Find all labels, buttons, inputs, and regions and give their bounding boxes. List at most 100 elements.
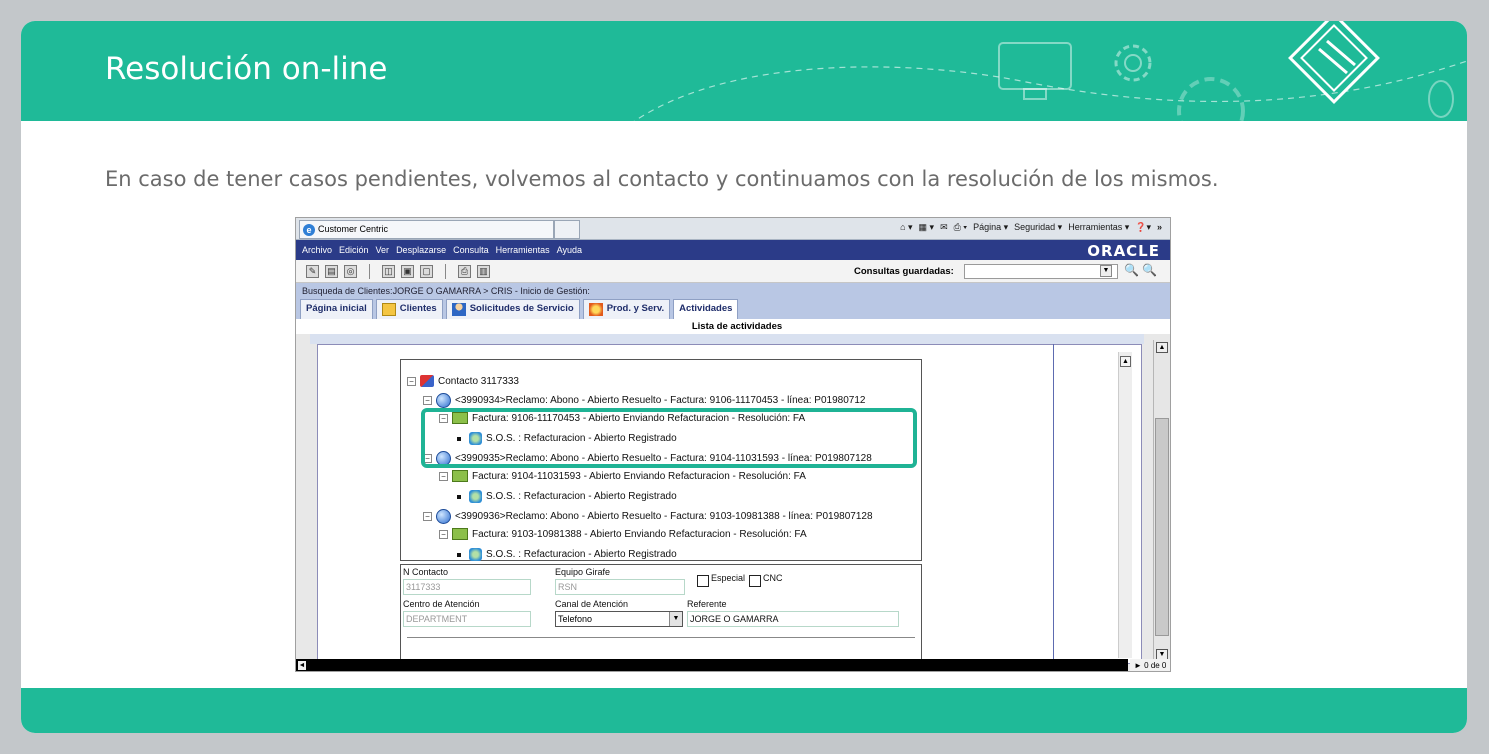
scroll-thumb[interactable]	[1155, 418, 1169, 636]
scroll-up-icon[interactable]: ▲	[1156, 342, 1168, 353]
oracle-logo: ORACLE	[1087, 242, 1160, 260]
browser-tab[interactable]: e Customer Centric	[299, 220, 554, 239]
tree-claim[interactable]: − <3990936>Reclamo: Abono - Abierto Resu…	[423, 509, 873, 524]
center-label: Centro de Atención	[403, 599, 480, 609]
run-query-icon[interactable]: ▢	[420, 265, 433, 278]
referent-field[interactable]: JORGE O GAMARRA	[687, 611, 899, 627]
menu-archivo[interactable]: Archivo	[302, 245, 332, 255]
scroll-up-icon[interactable]: ▲	[1120, 356, 1131, 367]
menu-ayuda[interactable]: Ayuda	[557, 245, 582, 255]
menu-consulta[interactable]: Consulta	[453, 245, 489, 255]
print-icon[interactable]: ⎙ ▾	[954, 222, 967, 233]
main-scrollbar[interactable]: ▲ ▼	[1153, 340, 1170, 662]
list-subheader	[310, 334, 1144, 344]
cmd-security[interactable]: Seguridad ▾	[1014, 222, 1062, 233]
menu-herramientas[interactable]: Herramientas	[496, 245, 550, 255]
collapse-icon[interactable]: −	[423, 512, 432, 521]
form-divider	[407, 637, 915, 638]
activities-title: Lista de actividades	[296, 319, 1170, 334]
horizontal-scrollbar[interactable]: ◄	[296, 659, 1128, 671]
inner-scrollbar[interactable]: ▲	[1118, 352, 1132, 658]
tree-sos-label: S.O.S. : Refacturacion - Abierto Registr…	[486, 491, 677, 502]
help-icon[interactable]: ❓▾	[1135, 222, 1151, 233]
sos-icon	[469, 490, 482, 503]
menu-ver[interactable]: Ver	[376, 245, 390, 255]
saved-queries-select[interactable]	[964, 264, 1118, 279]
more-chevron[interactable]: »	[1157, 222, 1162, 233]
contact-form: N Contacto 3117333 Equipo Girafe RSN Esp…	[400, 564, 922, 660]
copy-record-icon[interactable]: ▤	[325, 265, 338, 278]
contact-number-field[interactable]: 3117333	[403, 579, 531, 595]
pager-text: 0 de 0	[1144, 661, 1167, 670]
collapse-icon[interactable]: −	[439, 529, 448, 539]
tab-clientes[interactable]: Clientes	[375, 299, 443, 319]
contact-number-label: N Contacto	[403, 567, 449, 577]
invoice-icon	[452, 528, 468, 540]
query-search-icons[interactable]: 🔍🔍	[1124, 263, 1160, 277]
tab-label: Clientes	[399, 303, 437, 314]
folder-icon	[381, 303, 396, 316]
app-menubar: Archivo Edición Ver Desplazarse Consulta…	[296, 240, 1170, 260]
collapse-icon[interactable]: −	[439, 471, 448, 481]
tree-sos[interactable]: S.O.S. : Refacturacion - Abierto Registr…	[457, 548, 677, 561]
print-record-icon[interactable]: ⎙	[458, 265, 471, 278]
tree-contact[interactable]: − Contacto 3117333	[407, 375, 519, 387]
tree-claim[interactable]: − <3990934>Reclamo: Abono - Abierto Resu…	[423, 393, 865, 408]
ie-logo-icon: e	[303, 224, 315, 236]
tree-invoice-label: Factura: 9103-10981388 - Abierto Enviand…	[472, 528, 807, 540]
new-record-icon[interactable]: ✎	[306, 265, 319, 278]
tab-pagina-inicial[interactable]: Página inicial	[300, 299, 373, 319]
menu-edicion[interactable]: Edición	[339, 245, 369, 255]
mail-icon[interactable]: ✉	[940, 222, 948, 233]
sos-icon	[469, 548, 482, 561]
team-field[interactable]: RSN	[555, 579, 685, 595]
binoculars-icon[interactable]: ◫	[382, 265, 395, 278]
slide-footer	[21, 688, 1467, 733]
cnc-checkbox[interactable]	[749, 575, 761, 587]
browser-tab-title: Customer Centric	[318, 224, 389, 234]
panel-divider	[1053, 344, 1054, 664]
chevron-down-icon[interactable]: ▼	[669, 612, 682, 626]
breadcrumb[interactable]: Busqueda de Clientes:JORGE O GAMARRA > C…	[296, 283, 1170, 299]
referent-label: Referente	[687, 599, 727, 609]
record-pager: ► 0 de 0	[1130, 659, 1170, 671]
query-icon[interactable]: ▣	[401, 265, 414, 278]
world-icon[interactable]: ◎	[344, 265, 357, 278]
tree-invoice[interactable]: − Factura: 9103-10981388 - Abierto Envia…	[439, 528, 807, 540]
saved-queries-label: Consultas guardadas:	[854, 266, 954, 277]
tab-solicitudes[interactable]: Solicitudes de Servicio	[445, 299, 580, 319]
slide-card: Resolución on-line En caso de tener caso…	[21, 21, 1467, 733]
person-icon	[451, 303, 466, 316]
bullet-icon	[457, 494, 461, 499]
browser-commands: ⌂ ▾ ▦ ▾ ✉ ⎙ ▾ Página ▾ Seguridad ▾ Herra…	[900, 222, 1162, 233]
report-icon[interactable]: ▥	[477, 265, 490, 278]
tree-claim-label: <3990934>Reclamo: Abono - Abierto Resuel…	[455, 395, 866, 406]
channel-label: Canal de Atención	[555, 599, 629, 609]
home-icon[interactable]: ⌂ ▾	[900, 222, 912, 233]
team-label: Equipo Girafe	[555, 567, 611, 577]
tab-label: Prod. y Serv.	[606, 303, 665, 314]
center-field[interactable]: DEPARTMENT	[403, 611, 531, 627]
tab-label: Solicitudes de Servicio	[469, 303, 574, 314]
tab-actividades[interactable]: Actividades	[673, 299, 739, 319]
slide-title: Resolución on-line	[105, 51, 388, 87]
special-checkbox[interactable]	[697, 575, 709, 587]
chevron-down-icon[interactable]: ▼	[1100, 265, 1112, 277]
toolbar-divider	[369, 264, 370, 279]
tree-sos-label: S.O.S. : Refacturacion - Abierto Registr…	[486, 549, 677, 560]
scroll-left-icon[interactable]: ◄	[298, 661, 306, 670]
cmd-tools[interactable]: Herramientas ▾	[1068, 222, 1129, 233]
tree-contact-label: Contacto 3117333	[438, 375, 519, 387]
feeds-icon[interactable]: ▦ ▾	[919, 222, 935, 233]
app-toolbar: ✎ ▤ ◎ ◫ ▣ ▢ ⎙ ▥ Consultas guardadas: ▼ 🔍…	[296, 260, 1170, 283]
cmd-page[interactable]: Página ▾	[973, 222, 1008, 233]
collapse-icon[interactable]: −	[423, 396, 432, 405]
tree-invoice[interactable]: − Factura: 9104-11031593 - Abierto Envia…	[439, 470, 806, 482]
tree-sos[interactable]: S.O.S. : Refacturacion - Abierto Registr…	[457, 490, 677, 503]
new-tab-button[interactable]	[554, 220, 580, 239]
collapse-icon[interactable]: −	[407, 376, 416, 386]
tab-prod-serv[interactable]: Prod. y Serv.	[582, 299, 671, 319]
menu-desplazarse[interactable]: Desplazarse	[396, 245, 446, 255]
tree-claim-label: <3990936>Reclamo: Abono - Abierto Resuel…	[455, 511, 873, 522]
channel-select[interactable]: Telefono ▼	[555, 611, 683, 627]
